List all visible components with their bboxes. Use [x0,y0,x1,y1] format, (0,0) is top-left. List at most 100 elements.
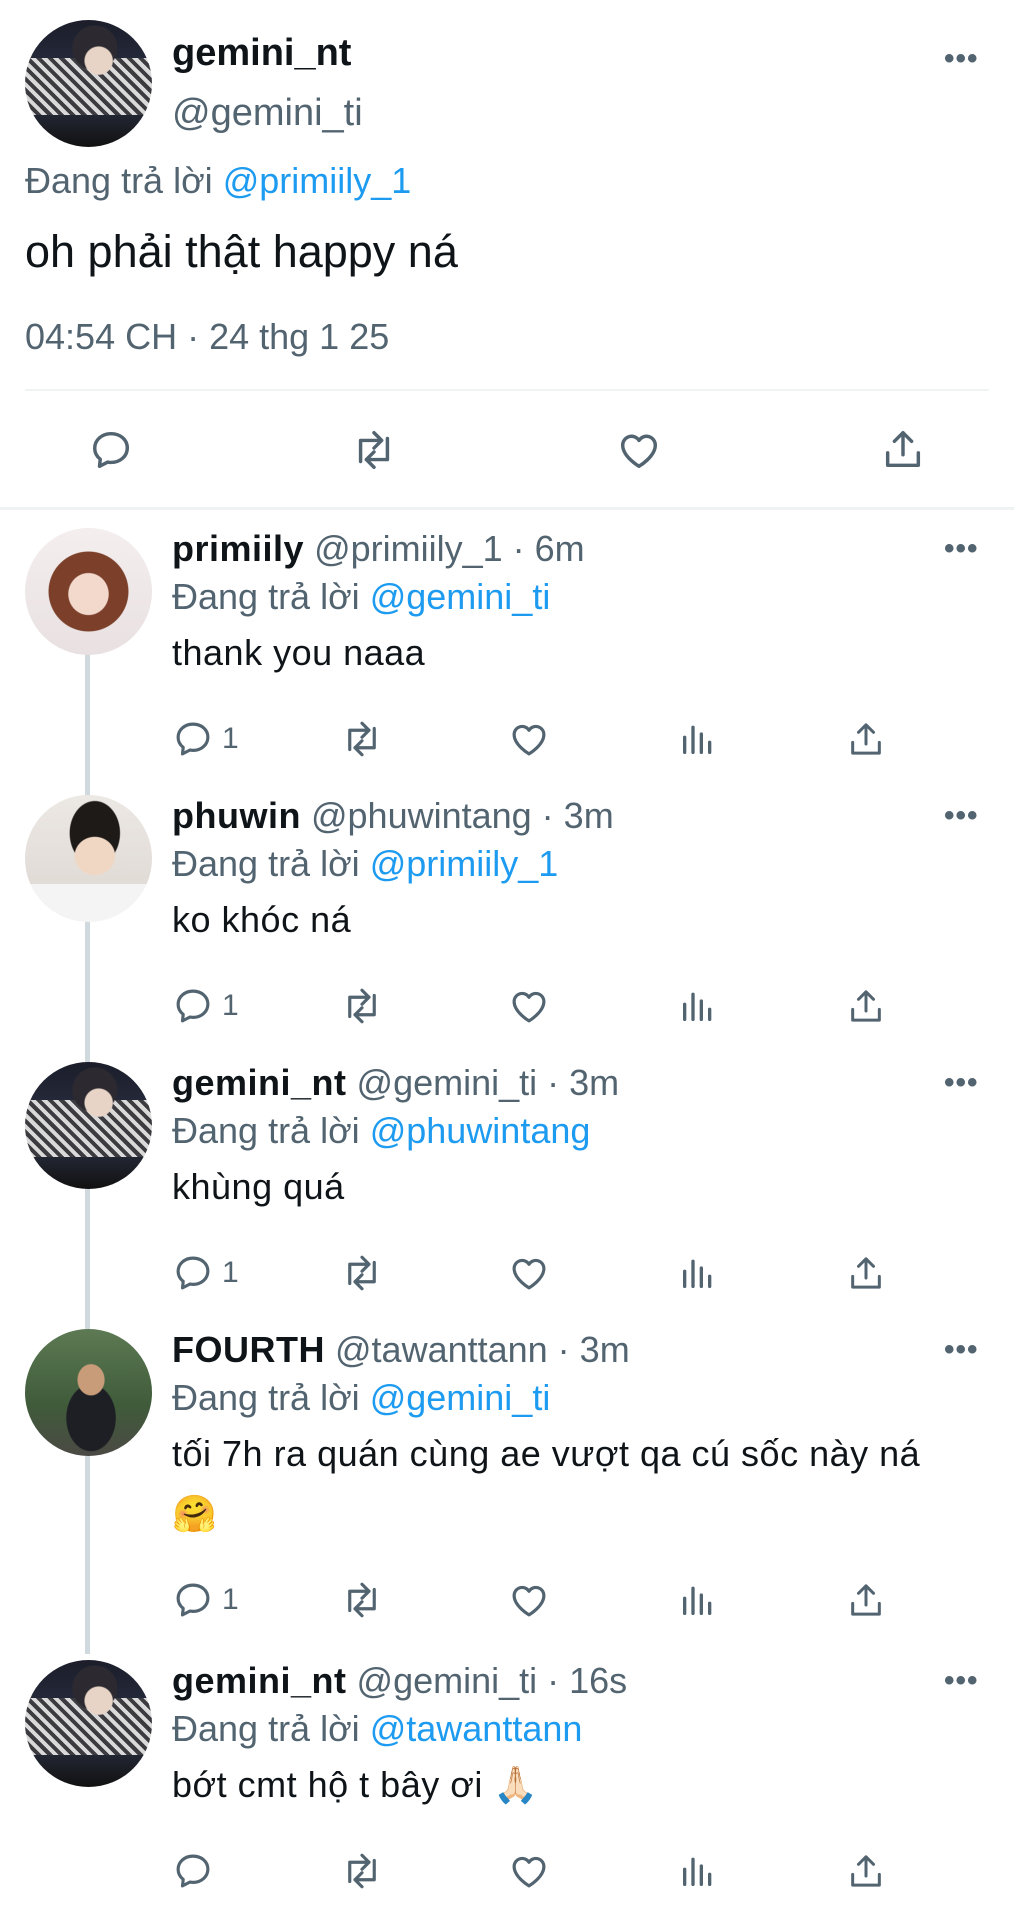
handle-and-time[interactable]: @primiily_1 · 6m [314,528,585,569]
retweet-icon [338,1850,386,1892]
reply-to-link[interactable]: @primiily_1 [223,160,412,201]
handle[interactable]: @gemini_ti [172,92,363,135]
more-icon[interactable]: ••• [944,44,979,74]
reply-button[interactable]: 1 [172,718,239,760]
share-icon [846,1850,886,1892]
views-icon [678,985,718,1027]
like-button[interactable] [508,1252,550,1294]
reply-button[interactable]: 1 [172,985,239,1027]
share-button[interactable] [846,718,886,760]
reply-to-link[interactable]: @gemini_ti [370,1377,551,1418]
like-icon [508,718,550,760]
like-button[interactable] [615,427,663,473]
display-name[interactable]: FOURTH [172,1329,325,1370]
share-icon [846,718,886,760]
like-button[interactable] [508,1850,550,1892]
retweet-button[interactable] [338,1252,386,1294]
retweet-icon [338,1579,386,1621]
reply-to-link[interactable]: @tawanttann [370,1708,583,1749]
reply-context: Đang trả lời @gemini_ti [172,576,550,618]
share-button[interactable] [846,985,886,1027]
display-name[interactable]: gemini_nt [172,32,351,75]
retweet-button[interactable] [348,427,400,473]
handle-and-time[interactable]: @tawanttann · 3m [335,1329,630,1370]
display-name[interactable]: gemini_nt [172,1660,347,1701]
retweet-icon [338,718,386,760]
handle-and-time[interactable]: @phuwintang · 3m [311,795,614,836]
share-button[interactable] [846,1252,886,1294]
display-name[interactable]: gemini_nt [172,1062,347,1103]
like-icon [508,1579,550,1621]
like-button[interactable] [508,718,550,760]
timestamp[interactable]: 04:54 CH · 24 thg 1 25 [25,316,389,358]
reply-to-link[interactable]: @phuwintang [370,1110,591,1151]
reply-to-link[interactable]: @primiily_1 [370,843,559,884]
reply-count: 1 [222,989,239,1022]
reply-button[interactable]: 1 [172,1252,239,1294]
reply-button[interactable] [172,1850,222,1892]
more-icon[interactable]: ••• [944,1666,979,1696]
retweet-button[interactable] [338,718,386,760]
handle-and-time[interactable]: @gemini_ti · 16s [357,1660,628,1701]
more-icon[interactable]: ••• [944,801,979,831]
share-button[interactable] [846,1850,886,1892]
reply-header: phuwin @phuwintang · 3m [172,795,614,837]
reply-context: Đang trả lời @primiily_1 [172,843,558,885]
reply-button[interactable] [88,427,134,473]
more-icon[interactable]: ••• [944,1068,979,1098]
reply-header: FOURTH @tawanttann · 3m [172,1329,630,1371]
reply-to-link[interactable]: @gemini_ti [370,576,551,617]
retweet-button[interactable] [338,1850,386,1892]
views-button[interactable] [678,1579,718,1621]
avatar[interactable] [25,1062,152,1189]
views-button[interactable] [678,718,718,760]
views-button[interactable] [678,1850,718,1892]
share-button[interactable] [880,425,926,473]
avatar[interactable] [25,20,152,147]
reply-icon [172,1252,214,1294]
reply-prefix: Đang trả lời [25,160,213,201]
views-icon [678,718,718,760]
avatar[interactable] [25,528,152,655]
display-name[interactable]: phuwin [172,795,301,836]
reply-context: Đang trả lời @tawanttann [172,1708,582,1750]
reply-icon [172,1579,214,1621]
share-button[interactable] [846,1579,886,1621]
like-button[interactable] [508,1579,550,1621]
reply-prefix: Đang trả lời [172,1110,360,1151]
avatar[interactable] [25,1660,152,1787]
divider [25,389,989,391]
tweet-text: thank you naaa [172,632,426,673]
retweet-icon [338,985,386,1027]
more-icon[interactable]: ••• [944,1335,979,1365]
reply-prefix: Đang trả lời [172,576,360,617]
tweet-text: oh phải thật happy ná [25,226,458,277]
like-icon [508,985,550,1027]
tweet-text: khùng quá [172,1166,345,1207]
share-icon [880,425,926,473]
reply-header: gemini_nt @gemini_ti · 16s [172,1660,627,1702]
display-name[interactable]: primiily [172,528,304,569]
like-icon [615,427,663,473]
like-icon [508,1850,550,1892]
views-button[interactable] [678,1252,718,1294]
retweet-button[interactable] [338,985,386,1027]
reply-count: 1 [222,1583,239,1616]
reply-prefix: Đang trả lời [172,1377,360,1418]
section-divider [0,507,1014,510]
share-icon [846,1579,886,1621]
like-button[interactable] [508,985,550,1027]
retweet-icon [338,1252,386,1294]
reply-header: gemini_nt @gemini_ti · 3m [172,1062,619,1104]
more-icon[interactable]: ••• [944,534,979,564]
reply-context: Đang trả lời @primiily_1 [25,160,411,202]
reply-count: 1 [222,722,239,755]
views-button[interactable] [678,985,718,1027]
tweet-text: bớt cmt hộ t bây ơi 🙏🏻 [172,1764,539,1805]
handle-and-time[interactable]: @gemini_ti · 3m [357,1062,620,1103]
reply-button[interactable]: 1 [172,1579,239,1621]
retweet-button[interactable] [338,1579,386,1621]
avatar[interactable] [25,1329,152,1456]
reply-count: 1 [222,1256,239,1289]
avatar[interactable] [25,795,152,922]
